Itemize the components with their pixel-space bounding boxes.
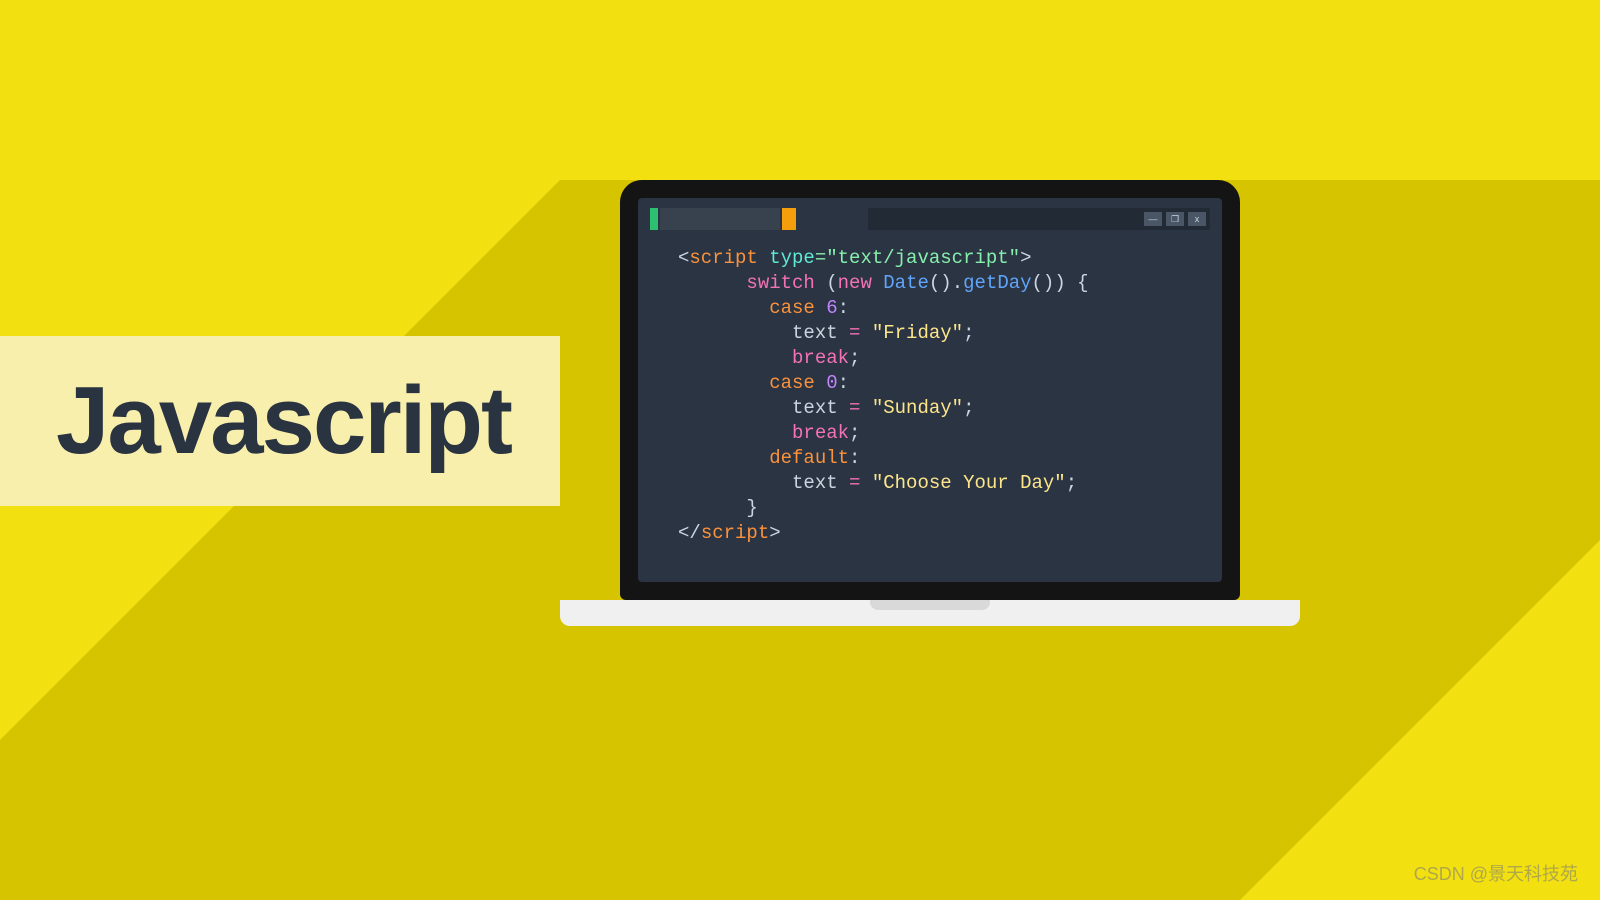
window-titlebar: — ❐ x [868,208,1210,230]
editor-tab [660,208,780,230]
laptop-lid: — ❐ x <script type="text/javascript"> sw… [620,180,1240,600]
window-close-button: x [1188,212,1206,226]
code-block: <script type="text/javascript"> switch (… [678,246,1202,570]
editor-tabbar [650,208,796,230]
window-maximize-button: ❐ [1166,212,1184,226]
laptop-screen: — ❐ x <script type="text/javascript"> sw… [638,198,1222,582]
tab-modified-indicator [782,208,796,230]
laptop-base [560,600,1300,626]
tab-active-indicator [650,208,658,230]
laptop-illustration: — ❐ x <script type="text/javascript"> sw… [620,180,1240,626]
window-minimize-button: — [1144,212,1162,226]
watermark-text: CSDN @景天科技苑 [1414,860,1578,886]
page-title: Javascript [56,366,511,476]
title-banner: Javascript [0,336,560,506]
